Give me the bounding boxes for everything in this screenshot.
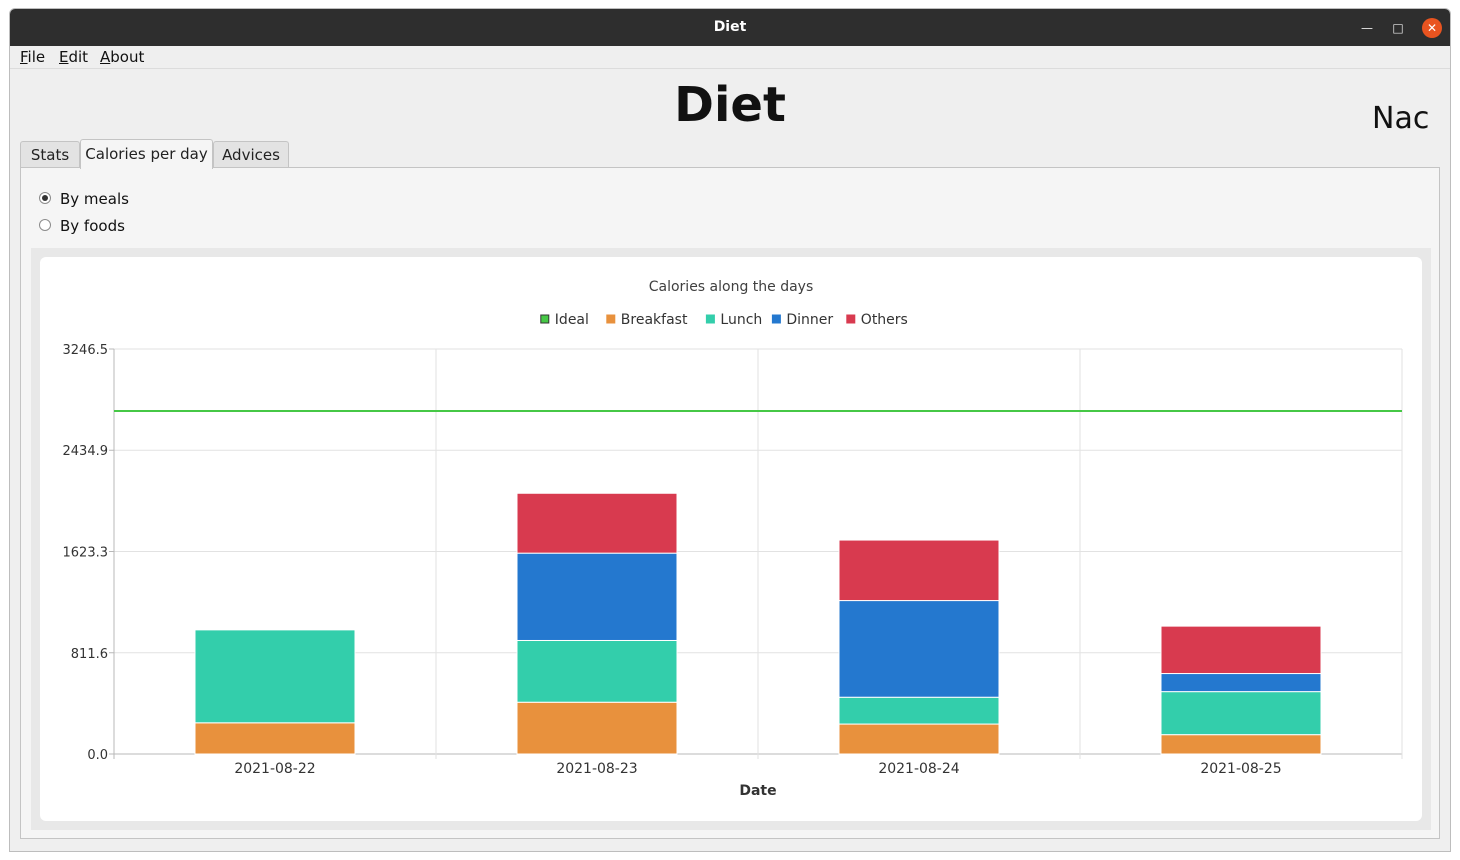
bar-lunch-2021-08-22 <box>194 629 356 724</box>
legend-label: Dinner <box>786 312 833 328</box>
bar-lunch-2021-08-25 <box>1160 691 1322 736</box>
legend-label: Lunch <box>720 312 762 328</box>
bar-breakfast-2021-08-24 <box>838 723 1000 755</box>
window-title: Diet <box>713 19 747 35</box>
by-meals-label: By meals <box>60 190 129 208</box>
legend-swatch <box>606 314 616 324</box>
bar-breakfast-2021-08-22 <box>194 722 356 755</box>
radio-selected-dot <box>42 195 48 201</box>
bar-dinner-2021-08-25 <box>1160 673 1322 693</box>
bar-others-2021-08-24 <box>838 539 1000 602</box>
app-window: Diet — □ ✕ File Edit About Diet Nac Stat… <box>9 8 1451 852</box>
bar-lunch-2021-08-24 <box>838 696 1000 725</box>
tab-stats[interactable]: Stats <box>20 141 80 168</box>
legend-swatch <box>846 314 856 324</box>
menu-file[interactable]: File <box>20 47 45 67</box>
x-axis: 2021-08-22 2021-08-23 2021-08-24 2021-08-25 <box>234 761 1281 777</box>
calories-tab-panel: By meals By foods Calories along the day… <box>20 167 1440 839</box>
user-name: Nac <box>1372 101 1430 136</box>
legend-swatch <box>540 314 550 324</box>
menu-bar: File Edit About <box>10 46 1450 69</box>
maximize-icon[interactable]: □ <box>1388 18 1408 38</box>
by-foods-radio[interactable] <box>39 219 51 231</box>
bar-others-2021-08-23 <box>516 492 678 554</box>
legend-label: Others <box>861 312 908 328</box>
tab-calories-per-day[interactable]: Calories per day <box>80 139 213 169</box>
close-icon[interactable]: ✕ <box>1422 18 1442 38</box>
x-tick-label: 2021-08-22 <box>234 761 315 777</box>
chart-title: Calories along the days <box>649 279 814 295</box>
app-title: Diet <box>674 77 786 133</box>
y-tick-label: 1623.3 <box>63 545 109 560</box>
legend-swatch <box>771 314 781 324</box>
legend-label: Ideal <box>555 312 589 328</box>
bar-dinner-2021-08-23 <box>516 552 678 641</box>
chart-legend: Ideal Breakfast Lunch Dinner Others <box>540 312 908 328</box>
bar-breakfast-2021-08-25 <box>1160 734 1322 755</box>
x-tick-label: 2021-08-24 <box>878 761 959 777</box>
y-tick-label: 3246.5 <box>63 343 109 358</box>
legend-swatch <box>705 314 715 324</box>
by-foods-label: By foods <box>60 217 125 235</box>
minimize-icon[interactable]: — <box>1357 18 1377 38</box>
menu-about[interactable]: About <box>100 47 144 67</box>
legend-label: Breakfast <box>621 312 688 328</box>
menu-edit[interactable]: Edit <box>59 47 88 67</box>
bar-dinner-2021-08-24 <box>838 600 1000 698</box>
x-tick-label: 2021-08-25 <box>1200 761 1281 777</box>
calories-chart: Calories along the days Ideal Breakfast Lu… <box>63 279 1403 799</box>
chart-view: Calories along the days Ideal Breakfast Lu… <box>31 248 1431 830</box>
y-axis: 3246.5 2434.9 1623.3 811.6 0.0 <box>63 343 114 763</box>
bar-others-2021-08-25 <box>1160 625 1322 675</box>
y-tick-label: 811.6 <box>71 647 108 662</box>
by-meals-radio[interactable] <box>39 192 51 204</box>
chart-card: Calories along the days Ideal Breakfast Lu… <box>40 257 1422 821</box>
y-tick-label: 2434.9 <box>63 444 109 459</box>
bar-breakfast-2021-08-23 <box>516 701 678 755</box>
x-tick-label: 2021-08-23 <box>556 761 637 777</box>
tab-advices[interactable]: Advices <box>213 141 289 168</box>
x-axis-label: Date <box>739 783 776 799</box>
y-tick-label: 0.0 <box>87 748 108 763</box>
bar-lunch-2021-08-23 <box>516 639 678 703</box>
title-bar[interactable]: Diet — □ ✕ <box>10 9 1450 46</box>
